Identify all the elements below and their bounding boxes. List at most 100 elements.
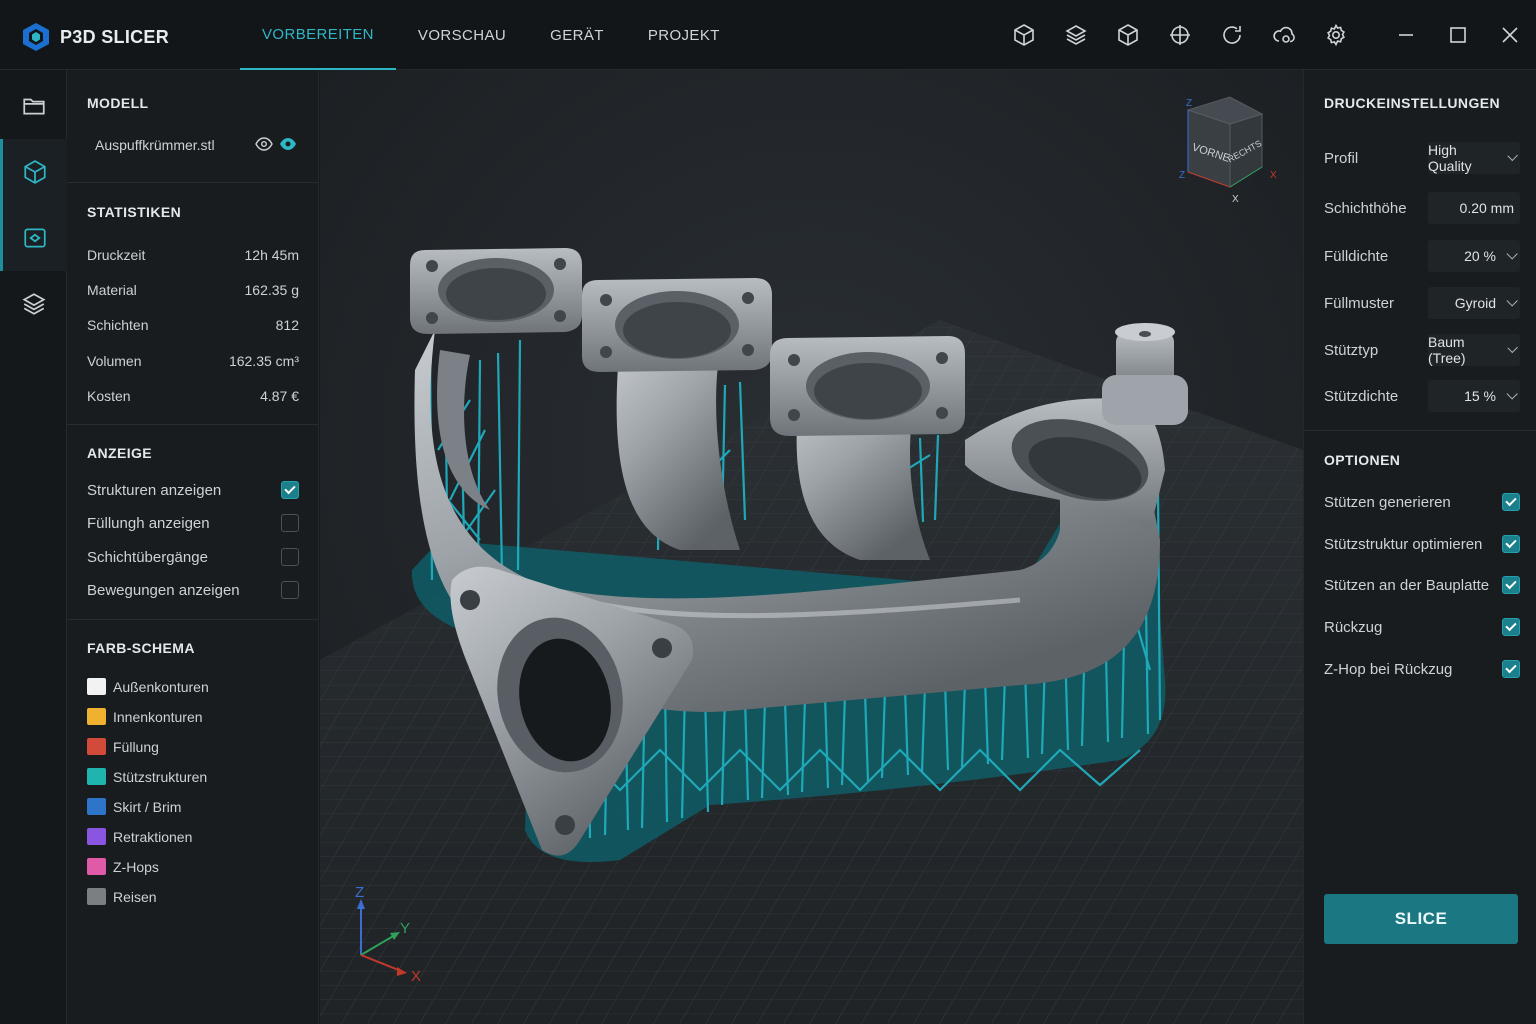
checkbox[interactable] (1502, 618, 1520, 636)
setting-select[interactable]: High Quality (1428, 142, 1520, 174)
stat-label: Volumen (87, 353, 142, 369)
print-settings-title: DRUCKEINSTELLUNGEN (1324, 95, 1500, 111)
checkbox[interactable] (1502, 576, 1520, 594)
legend-item: Außenkonturen (87, 678, 209, 695)
display-option-label: Strukturen anzeigen (87, 481, 222, 499)
view-cube[interactable]: VORNE RECHTS Z Z X X (1170, 92, 1280, 212)
app-title: P3D SLICER (60, 26, 170, 47)
left-rail (0, 70, 67, 1024)
setting-input[interactable]: 0.20 mm (1428, 192, 1520, 224)
crosshair-icon (1170, 25, 1190, 45)
layers-icon (21, 293, 46, 315)
setting-row: Stütztyp Baum (Tree) (1324, 334, 1520, 366)
visibility-icon[interactable] (279, 137, 297, 151)
3d-viewport[interactable]: VORNE RECHTS Z Z X X Z Y X (320, 70, 1303, 1024)
minimize-button[interactable] (1380, 0, 1432, 70)
legend-swatch (87, 738, 106, 755)
settings-button[interactable] (1310, 0, 1362, 70)
display-option-label: Schichtübergänge (87, 548, 208, 566)
display-option: Strukturen anzeigen (87, 481, 299, 499)
option-label: Z-Hop bei Rückzug (1324, 660, 1453, 678)
checkbox[interactable] (281, 514, 299, 532)
toolbar (998, 0, 1536, 70)
checkbox[interactable] (281, 548, 299, 566)
option-label: Stützen an der Bauplatte (1324, 576, 1490, 594)
tab-projekt[interactable]: PROJEKT (626, 0, 742, 70)
stat-value: 162.35 cm³ (228, 353, 299, 369)
color-scheme-title: FARB-SCHEMA (87, 640, 195, 656)
legend-swatch (87, 798, 106, 815)
center-button[interactable] (1154, 0, 1206, 70)
setting-row: Fülldichte 20 % (1324, 240, 1520, 272)
checkbox[interactable] (281, 581, 299, 599)
stat-row: Kosten 4.87 € (87, 388, 299, 404)
layers-button[interactable] (1050, 0, 1102, 70)
view-cube-axis-label: Z (1179, 170, 1185, 181)
options-title: OPTIONEN (1324, 452, 1401, 468)
setting-row: Stützdichte 15 % (1324, 380, 1520, 412)
setting-select[interactable]: 15 % (1428, 380, 1520, 412)
setting-label: Stütztyp (1324, 341, 1379, 359)
cloud-sync-button[interactable] (1258, 0, 1310, 70)
checkbox[interactable] (1502, 660, 1520, 678)
slice-button[interactable]: SLICE (1324, 894, 1518, 944)
tab-vorbereiten[interactable]: VORBEREITEN (240, 0, 396, 70)
cloud-sync-icon (1273, 26, 1295, 43)
model-file-name[interactable]: Auspuffkrümmer.stl (95, 137, 215, 153)
stat-label: Schichten (87, 317, 149, 333)
display-option: Füllungh anzeigen (87, 514, 299, 532)
setting-select[interactable]: Baum (Tree) (1428, 334, 1520, 366)
eye-outline-icon[interactable] (255, 137, 273, 151)
layers-icon (1065, 25, 1087, 45)
option-row: Z-Hop bei Rückzug (1324, 660, 1520, 678)
stat-row: Material 162.35 g (87, 282, 299, 298)
rail-item-model[interactable] (0, 139, 67, 205)
display-option: Bewegungen anzeigen (87, 581, 299, 599)
refresh-icon (1223, 26, 1241, 44)
close-button[interactable] (1484, 0, 1536, 70)
stat-value: 162.35 g (244, 282, 300, 298)
setting-select[interactable]: 20 % (1428, 240, 1520, 272)
setting-label: Stützdichte (1324, 387, 1399, 405)
maximize-button[interactable] (1432, 0, 1484, 70)
stat-label: Material (87, 282, 137, 298)
slicer-app: P3D SLICER VORBEREITEN VORSCHAU GERÄT PR… (0, 0, 1536, 1024)
chevron-down-icon (1507, 342, 1518, 354)
legend-label: Innenkonturen (113, 708, 203, 725)
setting-label: Profil (1324, 149, 1359, 167)
stat-row: Volumen 162.35 cm³ (87, 353, 299, 369)
option-row: Rückzug (1324, 618, 1520, 636)
cube-icon (1014, 24, 1034, 46)
setting-label: Fülldichte (1324, 247, 1389, 265)
legend-swatch (87, 768, 106, 785)
close-icon (1502, 27, 1518, 43)
legend-item: Z-Hops (87, 858, 159, 875)
setting-row: Schichthöhe 0.20 mm (1324, 192, 1520, 224)
stat-label: Druckzeit (87, 247, 146, 263)
axis-y-label: Y (400, 920, 410, 937)
checkbox[interactable] (281, 481, 299, 499)
tab-vorschau[interactable]: VORSCHAU (396, 0, 528, 70)
cube-view-button[interactable] (998, 0, 1050, 70)
checkbox[interactable] (1502, 535, 1520, 553)
tab-geraet[interactable]: GERÄT (528, 0, 626, 70)
stat-row: Schichten 812 (87, 317, 299, 333)
option-row: Stützen an der Bauplatte (1324, 576, 1520, 594)
rail-item-files[interactable] (0, 73, 67, 139)
stat-value: 4.87 € (260, 388, 299, 404)
refresh-button[interactable] (1206, 0, 1258, 70)
chevron-down-icon (1507, 150, 1518, 162)
option-label: Stützstruktur optimieren (1324, 535, 1483, 553)
setting-select[interactable]: Gyroid (1428, 287, 1520, 319)
box-button[interactable] (1102, 0, 1154, 70)
display-option-label: Füllungh anzeigen (87, 514, 210, 532)
right-panel: DRUCKEINSTELLUNGEN Profil High Quality Sch… (1303, 70, 1536, 1024)
rail-item-layers[interactable] (0, 271, 67, 337)
rail-item-preview[interactable] (0, 205, 67, 271)
box-icon (1118, 24, 1138, 46)
legend-item: Reisen (87, 888, 157, 905)
checkbox[interactable] (1502, 493, 1520, 511)
display-option: Schichtübergänge (87, 548, 299, 566)
legend-swatch (87, 828, 106, 845)
view-cube-axis-label: X (1270, 170, 1277, 181)
